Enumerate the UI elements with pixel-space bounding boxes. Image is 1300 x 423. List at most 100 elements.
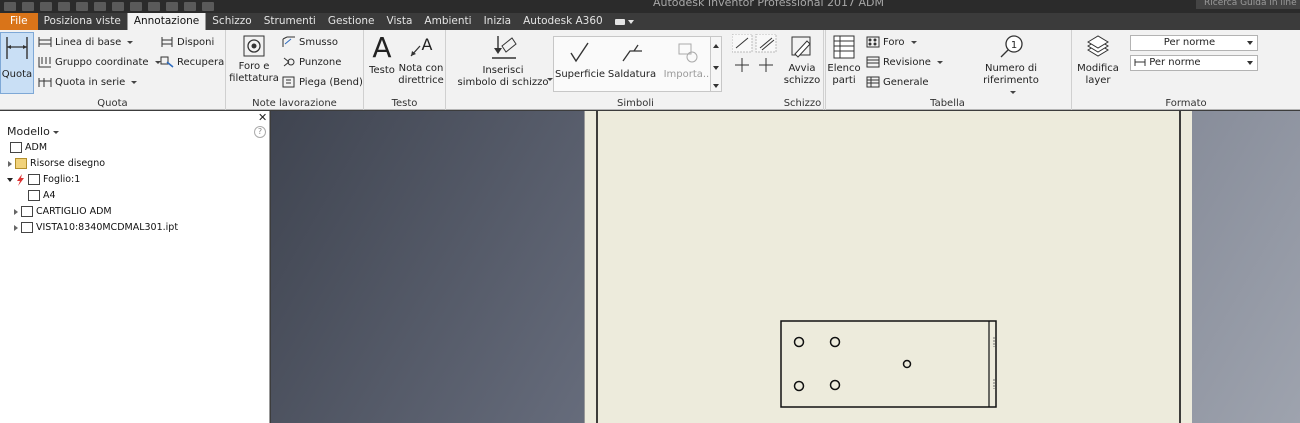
- simbolo-di-schizzo-label: simbolo di schizzo: [457, 77, 549, 88]
- quota-button[interactable]: Quota: [0, 32, 34, 94]
- numero-di-riferimento-label: Numero di riferimento: [983, 63, 1039, 86]
- tab-vista[interactable]: Vista: [381, 13, 419, 30]
- retrieve-icon: [160, 56, 174, 68]
- panel-title-simboli: Simboli: [617, 98, 654, 109]
- new-icon[interactable]: [22, 2, 34, 11]
- tab-ambienti[interactable]: Ambienti: [418, 13, 477, 30]
- tree-node-risorse-disegno[interactable]: Risorse disegno: [8, 156, 105, 171]
- drawing-view-icon: [21, 222, 33, 233]
- tree-node-adm[interactable]: ADM: [10, 140, 47, 155]
- mini-tools-icon[interactable]: [731, 33, 780, 76]
- saldatura-label: Saldatura: [607, 69, 657, 80]
- piega-button[interactable]: Piega (Bend): [282, 76, 363, 88]
- tab-posiziona-viste[interactable]: Posiziona viste: [38, 13, 127, 30]
- filettatura-label: filettatura: [229, 73, 279, 84]
- style-combo-value: Per norme: [1163, 37, 1216, 48]
- gallery-scroll[interactable]: [710, 36, 722, 92]
- foro-filettatura-button[interactable]: Foro e filettatura: [228, 34, 280, 85]
- svg-text:A: A: [422, 35, 433, 54]
- save-icon[interactable]: [94, 2, 106, 11]
- parti-label: parti: [832, 75, 856, 86]
- numero-di-riferimento-button[interactable]: 1 Numero di riferimento: [956, 34, 1066, 99]
- welding-icon: [622, 44, 642, 62]
- collapse-icon[interactable]: [7, 177, 13, 182]
- help-icon[interactable]: ?: [254, 126, 266, 138]
- chain-dimension-icon: [38, 78, 52, 87]
- dimension-style-icon: [1134, 58, 1146, 66]
- disponi-button[interactable]: Disponi: [160, 36, 214, 48]
- expand-icon[interactable]: [8, 160, 12, 167]
- graphics-viewport[interactable]: [271, 111, 1300, 423]
- punzone-button[interactable]: Punzone: [282, 56, 341, 68]
- measure-icon[interactable]: [166, 2, 178, 11]
- nota-con-direttrice-button[interactable]: A Nota con direttrice: [398, 32, 444, 87]
- style-combo[interactable]: Per norme: [1130, 35, 1258, 51]
- superficie-button[interactable]: Superficie: [555, 41, 605, 81]
- tree-node-cartiglio[interactable]: CARTIGLIO ADM: [14, 204, 112, 219]
- avvia-schizzo-button[interactable]: Avvia schizzo: [782, 34, 822, 87]
- return-icon[interactable]: [184, 2, 196, 11]
- tab-gestione[interactable]: Gestione: [322, 13, 381, 30]
- modifica-layer-button[interactable]: Modifica layer: [1074, 34, 1122, 87]
- tree-node-a4[interactable]: A4: [28, 188, 56, 203]
- generale-button[interactable]: Generale: [866, 76, 929, 88]
- help-search-input[interactable]: Ricerca Guida in line: [1196, 0, 1300, 9]
- close-icon[interactable]: ✕: [258, 111, 267, 124]
- undo-icon[interactable]: [58, 2, 70, 11]
- importa-button[interactable]: Importa...: [660, 41, 716, 81]
- hole-thread-icon: [243, 35, 265, 57]
- gruppo-coordinate-button[interactable]: Gruppo coordinate: [38, 56, 161, 68]
- chevron-down-icon: [131, 80, 138, 84]
- leader-text-icon: A: [410, 35, 433, 57]
- print-icon[interactable]: [112, 2, 124, 11]
- tab-inizia[interactable]: Inizia: [478, 13, 518, 30]
- drawing-view-part[interactable]: [780, 320, 997, 408]
- punch-icon: [283, 57, 295, 67]
- foro-table-button[interactable]: Foro: [866, 36, 917, 48]
- tree-node-foglio[interactable]: Foglio:1: [7, 172, 80, 187]
- punzone-label: Punzone: [299, 56, 342, 68]
- expand-icon[interactable]: [14, 224, 18, 231]
- svg-text:A: A: [372, 32, 391, 62]
- text-icon: A: [372, 32, 391, 62]
- browser-title[interactable]: Modello: [7, 125, 59, 138]
- panel-title-tabella: Tabella: [930, 98, 965, 109]
- app-logo-icon[interactable]: [4, 2, 16, 11]
- parts-list-icon: [833, 35, 855, 59]
- customize-icon[interactable]: [202, 2, 214, 11]
- chevron-down-icon: [910, 40, 917, 44]
- revision-table-icon: [866, 56, 880, 68]
- redo-icon[interactable]: [76, 2, 88, 11]
- quota-in-serie-label: Quota in serie: [55, 76, 126, 88]
- elenco-parti-button[interactable]: Elenco parti: [826, 34, 862, 87]
- general-table-icon: [866, 76, 880, 88]
- dimension-style-combo[interactable]: Per norme: [1130, 55, 1258, 71]
- foro-label: Foro e: [238, 61, 270, 72]
- nota-con-label: Nota con: [398, 63, 444, 74]
- tab-schizzo[interactable]: Schizzo: [206, 13, 257, 30]
- saldatura-button[interactable]: Saldatura: [607, 41, 657, 81]
- update-icon[interactable]: [130, 2, 142, 11]
- testo-button[interactable]: A Testo: [366, 32, 398, 77]
- open-icon[interactable]: [40, 2, 52, 11]
- title-block-icon: [21, 206, 33, 217]
- drawing-sheet[interactable]: [584, 111, 1192, 423]
- tab-autodesk-a360[interactable]: Autodesk A360: [517, 13, 609, 30]
- tab-extra-menu[interactable]: [609, 13, 640, 30]
- piega-label: Piega (Bend): [299, 76, 363, 88]
- tab-strumenti[interactable]: Strumenti: [258, 13, 322, 30]
- tab-annotazione[interactable]: Annotazione: [126, 13, 207, 30]
- balloon-icon: 1: [1000, 35, 1023, 58]
- linea-di-base-button[interactable]: Linea di base: [38, 36, 134, 48]
- smusso-button[interactable]: Smusso: [282, 36, 338, 48]
- panel-title-formato: Formato: [1165, 98, 1207, 109]
- select-icon[interactable]: [148, 2, 160, 11]
- expand-icon[interactable]: [14, 208, 18, 215]
- tree-node-label: Foglio:1: [43, 174, 81, 185]
- inserisci-simbolo-button[interactable]: Inserisci simbolo di schizzo: [452, 34, 554, 89]
- quota-in-serie-button[interactable]: Quota in serie: [38, 76, 138, 88]
- tab-file[interactable]: File: [0, 13, 38, 30]
- recupera-button[interactable]: Recupera: [160, 56, 224, 68]
- tree-node-vista10[interactable]: VISTA10:8340MCDMAL301.ipt: [14, 220, 178, 235]
- revisione-button[interactable]: Revisione: [866, 56, 943, 68]
